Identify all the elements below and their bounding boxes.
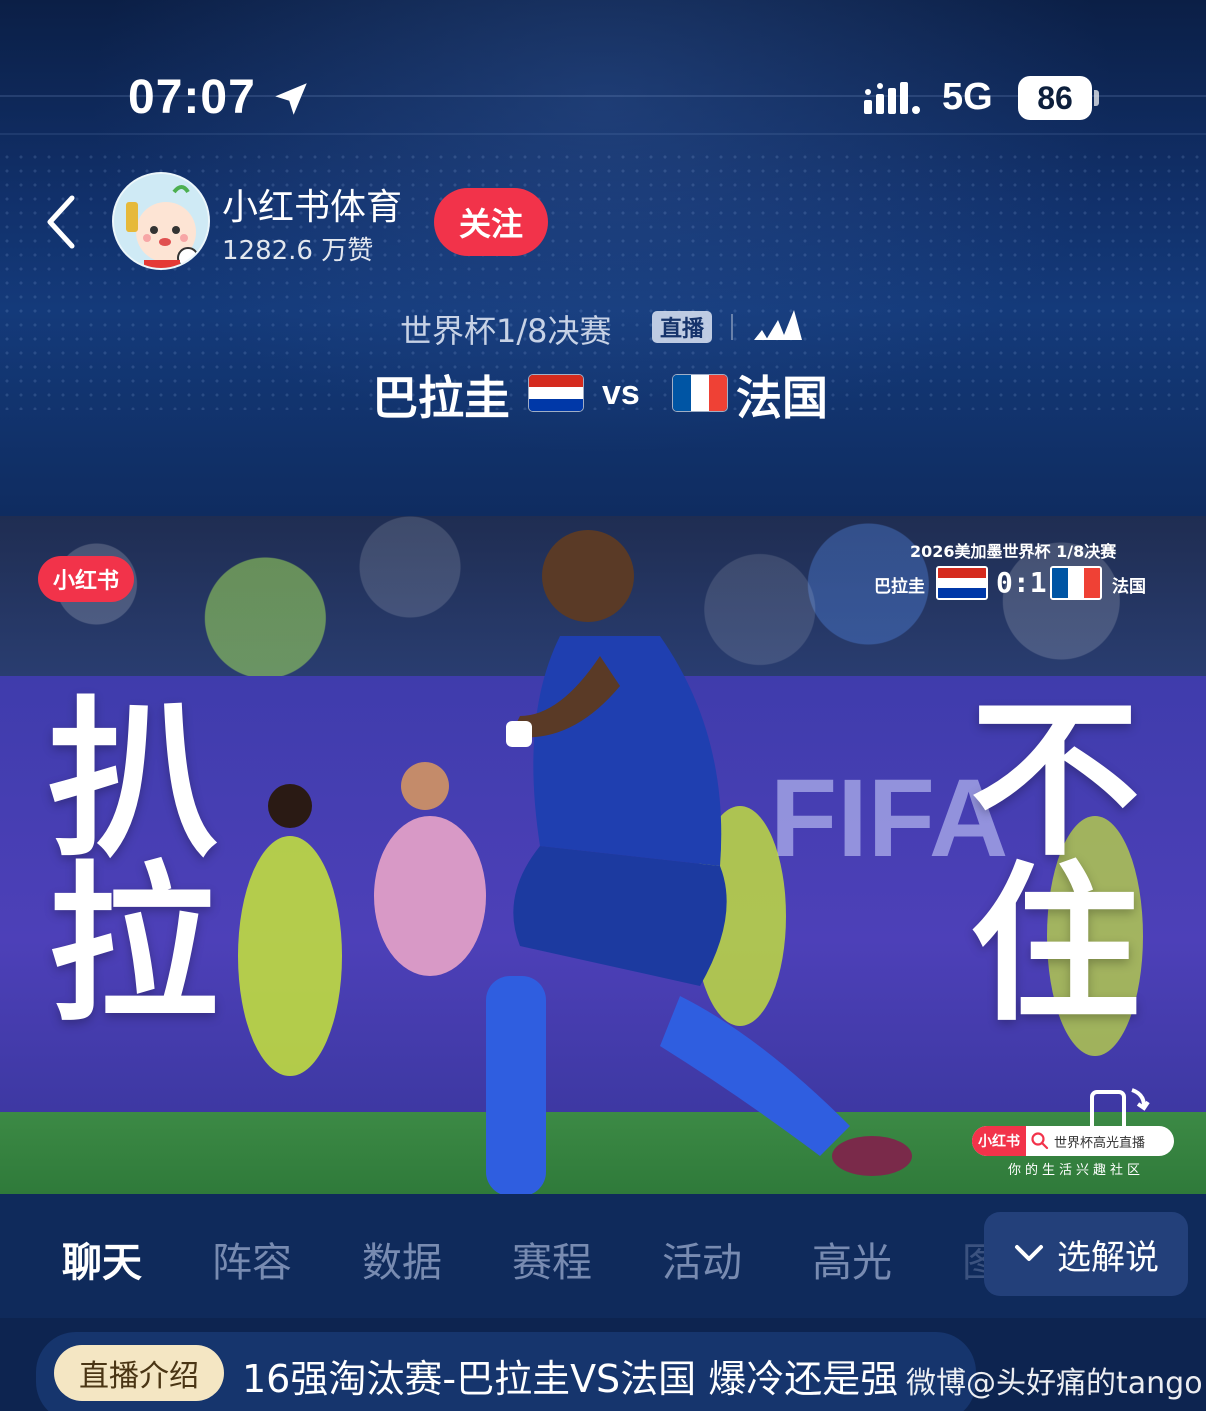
vs-label: vs	[602, 374, 640, 412]
select-commentary-label: 选解说	[1057, 1237, 1159, 1278]
search-chip-text: 世界杯高光直播	[1054, 1135, 1146, 1151]
headline-char: 不	[970, 682, 1141, 880]
tab-lineup[interactable]: 阵容	[212, 1230, 292, 1288]
scoreboard-away-team: 法国	[1112, 577, 1146, 597]
watermark: 微博@头好痛的tango	[906, 1366, 1203, 1401]
away-team-name: 法国	[736, 371, 828, 425]
search-chip-brand: 小红书	[972, 1126, 1026, 1156]
france-flag-icon	[672, 374, 728, 412]
account-name[interactable]: 小红书体育	[222, 178, 402, 230]
select-commentary-button[interactable]: 选解说	[984, 1212, 1188, 1296]
chevron-down-icon	[1015, 1245, 1043, 1261]
status-time: 07:07	[128, 71, 256, 124]
follow-button[interactable]: 关注	[434, 188, 548, 256]
tab-events[interactable]: 活动	[662, 1230, 742, 1288]
live-intro-badge: 直播介绍	[54, 1345, 224, 1401]
brand-badge: 小红书	[38, 556, 134, 602]
divider	[731, 314, 733, 340]
account-likes-count: 1282.6 万赞	[222, 236, 374, 266]
location-arrow-icon	[275, 83, 307, 115]
paraguay-flag-icon	[528, 374, 584, 412]
scoreboard-paraguay-flag-icon	[936, 566, 988, 600]
slogan: 你的生活兴趣社区	[1008, 1163, 1145, 1178]
live-badge: 直播	[652, 311, 712, 343]
tab-stats[interactable]: 数据	[362, 1230, 442, 1288]
tab-schedule[interactable]: 赛程	[512, 1230, 592, 1288]
scoreboard-home-team: 巴拉圭	[874, 577, 925, 597]
battery-icon: 86	[1018, 76, 1092, 120]
mascot-icon	[114, 174, 208, 268]
scoreboard-score: 0:1	[996, 566, 1047, 599]
search-chip[interactable]: 小红书 世界杯高光直播	[972, 1126, 1174, 1156]
network-type: 5G	[942, 76, 993, 118]
scoreboard-title: 2026美加墨世界杯 1/8决赛	[910, 542, 1117, 561]
headline-char: 住	[970, 847, 1141, 1045]
headline-char: 拉	[48, 847, 219, 1045]
search-icon	[1031, 1132, 1049, 1150]
tab-highlights[interactable]: 高光	[812, 1230, 892, 1288]
home-team-name: 巴拉圭	[372, 371, 510, 425]
match-stage: 世界杯1/8决赛	[400, 312, 612, 350]
back-chevron-icon[interactable]	[40, 190, 84, 254]
tab-chat[interactable]: 聊天	[62, 1230, 142, 1288]
hero-banner[interactable]: FIFA 小红书 2026美加墨世界杯 1/8决赛 巴拉圭 0:1 法国 扒 拉…	[0, 516, 1206, 1194]
scoreboard-france-flag-icon	[1050, 566, 1102, 600]
battery-cap	[1094, 90, 1099, 106]
adidas-logo-icon	[754, 310, 802, 340]
live-intro-text: 16强淘汰赛-巴拉圭VS法国 爆冷还是强	[242, 1357, 899, 1401]
account-avatar[interactable]	[112, 172, 210, 270]
signal-icon	[864, 82, 920, 114]
headline-char: 扒	[48, 682, 219, 880]
